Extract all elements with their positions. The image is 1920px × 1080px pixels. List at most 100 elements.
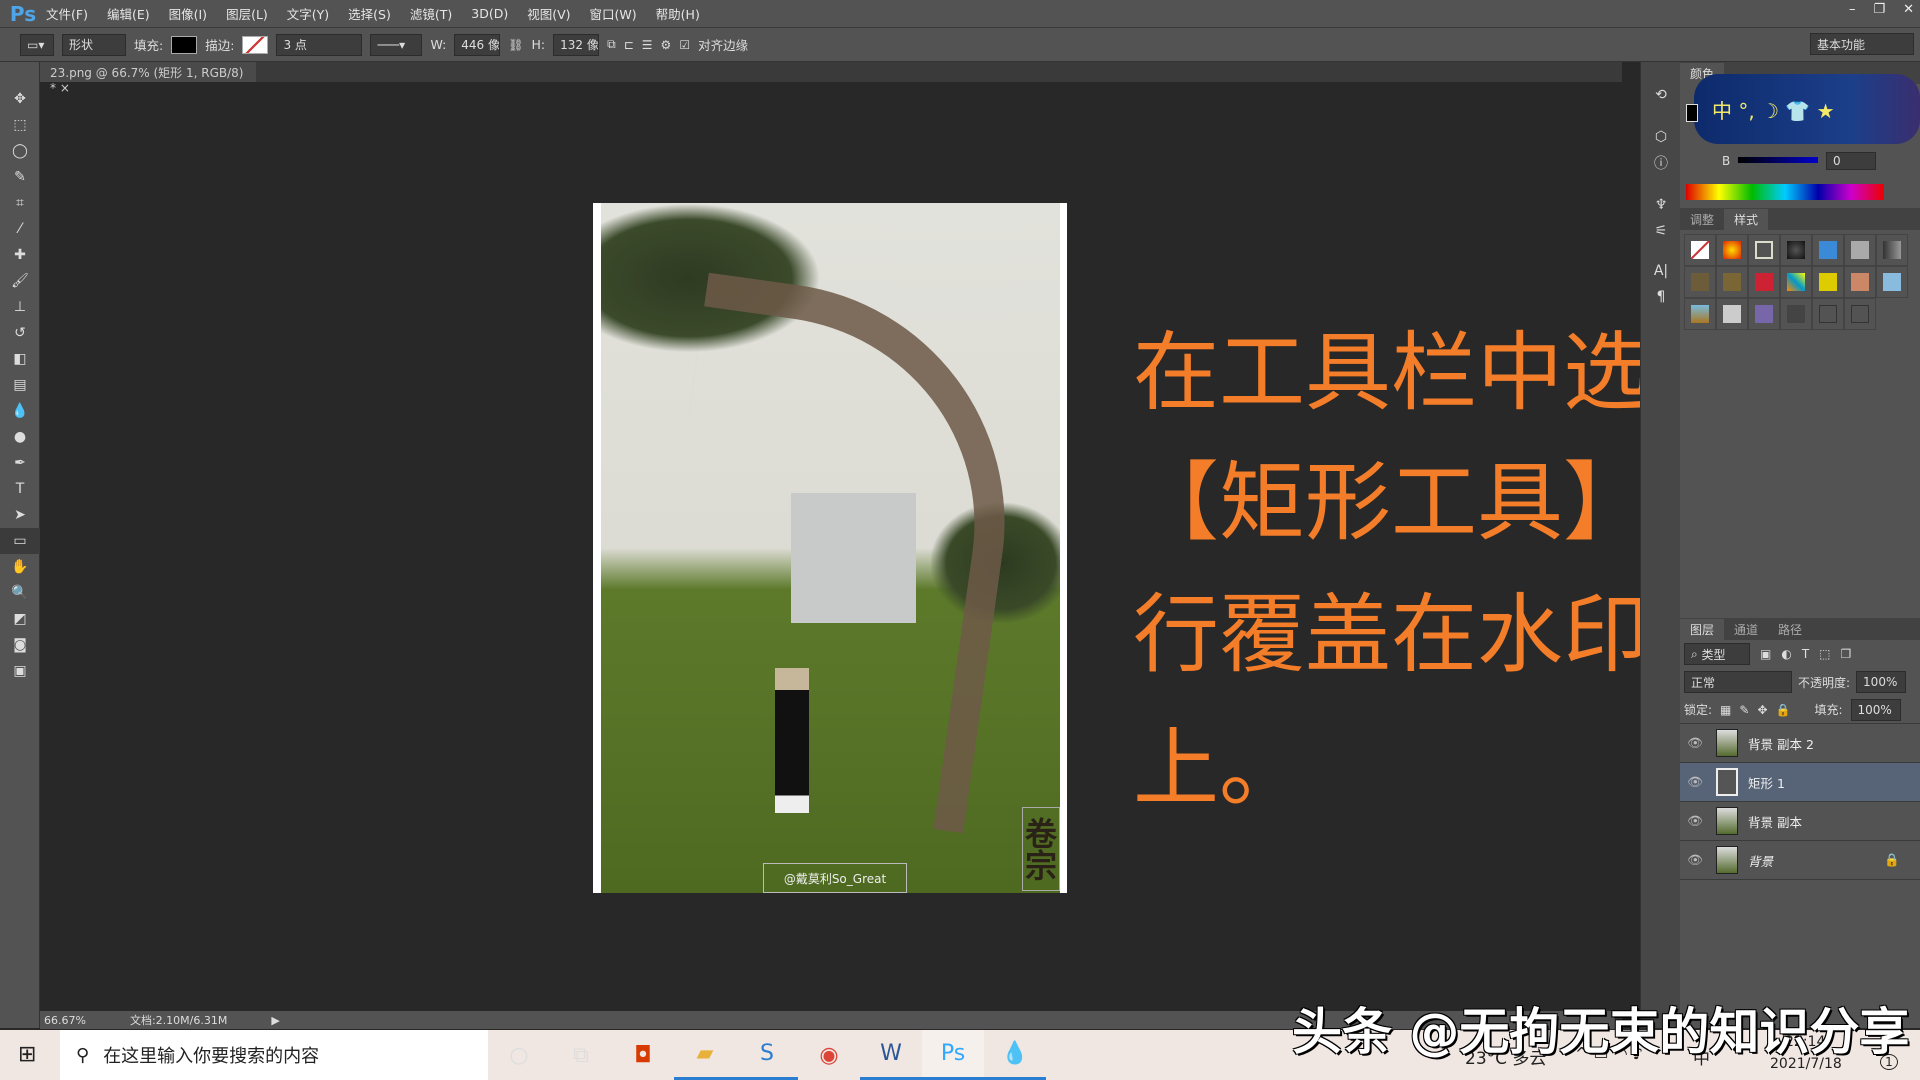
- ime-status-bar[interactable]: 中 °, ☽ 👕 ★: [1694, 74, 1920, 144]
- b-input[interactable]: 0: [1826, 152, 1876, 170]
- path-alignment-icon[interactable]: ⊏: [624, 38, 634, 52]
- move-tool-icon[interactable]: ✥: [0, 86, 40, 112]
- style-swatch[interactable]: [1876, 266, 1908, 298]
- info-icon[interactable]: ⓘ: [1641, 150, 1681, 176]
- workspace-select[interactable]: 基本功能: [1810, 33, 1914, 55]
- layer-row[interactable]: 👁 背景 副本: [1680, 802, 1920, 841]
- fill-swatch[interactable]: [171, 35, 198, 54]
- crop-tool-icon[interactable]: ⌗: [0, 190, 40, 216]
- layer-filter-select[interactable]: ⌕ 类型: [1684, 643, 1750, 665]
- style-swatch[interactable]: [1748, 266, 1780, 298]
- menu-select[interactable]: 选择(S): [348, 4, 391, 23]
- style-swatch[interactable]: [1812, 266, 1844, 298]
- tool-preset-picker[interactable]: ▭▾: [20, 33, 54, 56]
- gear-icon[interactable]: ⚙: [661, 38, 672, 52]
- brush-presets-icon[interactable]: ♆: [1641, 192, 1681, 218]
- style-swatch[interactable]: [1716, 234, 1748, 266]
- doc-size[interactable]: 文档:2.10M/6.31M: [130, 1012, 227, 1028]
- style-swatch[interactable]: [1684, 298, 1716, 330]
- style-swatch[interactable]: [1780, 266, 1812, 298]
- path-arrangement-icon[interactable]: ☰: [642, 38, 653, 52]
- close-tab-icon[interactable]: ×: [60, 81, 70, 95]
- menu-image[interactable]: 图像(I): [169, 4, 207, 23]
- lock-pixels-icon[interactable]: ✎: [1739, 703, 1749, 717]
- menu-layer[interactable]: 图层(L): [226, 4, 268, 23]
- style-swatch[interactable]: [1844, 234, 1876, 266]
- style-swatch[interactable]: [1812, 298, 1844, 330]
- lock-position-icon[interactable]: ✥: [1757, 703, 1767, 717]
- align-edges-checkbox[interactable]: ☑: [679, 38, 690, 52]
- screen-mode-icon[interactable]: ▣: [0, 658, 40, 684]
- photoshop-icon[interactable]: Ps: [922, 1030, 984, 1080]
- brush-settings-icon[interactable]: ⚟: [1641, 218, 1681, 244]
- menu-3d[interactable]: 3D(D): [471, 6, 508, 21]
- menu-help[interactable]: 帮助(H): [656, 4, 700, 23]
- paint-drop-icon[interactable]: 💧: [984, 1030, 1046, 1080]
- cortana-icon[interactable]: ○: [488, 1030, 550, 1080]
- file-explorer-icon[interactable]: ▰: [674, 1030, 736, 1080]
- color-ramp[interactable]: [1686, 184, 1884, 200]
- marquee-tool-icon[interactable]: ⬚: [0, 112, 40, 138]
- sogou-icon[interactable]: S: [736, 1030, 798, 1080]
- tab-styles[interactable]: 样式: [1724, 208, 1769, 230]
- history-icon[interactable]: ⟲: [1641, 82, 1681, 108]
- lasso-tool-icon[interactable]: ◯: [0, 138, 40, 164]
- chrome-icon[interactable]: ◉: [798, 1030, 860, 1080]
- filter-shape-icon[interactable]: ⬚: [1819, 647, 1830, 661]
- fill-input[interactable]: 100%: [1850, 698, 1901, 721]
- height-input[interactable]: 132 像素: [553, 33, 600, 56]
- paragraph-icon[interactable]: ¶: [1641, 284, 1681, 310]
- gradient-tool-icon[interactable]: ▤: [0, 372, 40, 398]
- menu-filter[interactable]: 滤镜(T): [410, 4, 452, 23]
- path-select-tool-icon[interactable]: ➤: [0, 502, 40, 528]
- stroke-swatch[interactable]: [242, 35, 269, 54]
- color-swatches-icon[interactable]: ◩: [0, 606, 40, 632]
- style-swatch[interactable]: [1812, 234, 1844, 266]
- tab-paths[interactable]: 路径: [1768, 619, 1812, 640]
- menu-type[interactable]: 文字(Y): [287, 4, 329, 23]
- canvas-image[interactable]: @戴莫利So_Great 卷宗: [593, 203, 1067, 893]
- style-swatch[interactable]: [1748, 234, 1780, 266]
- style-swatch[interactable]: [1780, 298, 1812, 330]
- blend-mode-select[interactable]: 正常: [1684, 671, 1792, 693]
- pen-tool-icon[interactable]: ✒: [0, 450, 40, 476]
- task-view-icon[interactable]: ⧉: [550, 1030, 612, 1080]
- quick-mask-icon[interactable]: ◙: [0, 632, 40, 658]
- menu-view[interactable]: 视图(V): [527, 4, 570, 23]
- zoom-level[interactable]: 66.67%: [44, 1014, 86, 1027]
- character-icon[interactable]: A|: [1641, 258, 1681, 284]
- style-swatch[interactable]: [1876, 234, 1908, 266]
- windows-start-icon[interactable]: ⊞: [18, 1042, 36, 1067]
- eye-icon[interactable]: 👁: [1680, 852, 1710, 868]
- minimize-button[interactable]: –: [1849, 2, 1856, 17]
- b-slider[interactable]: [1738, 157, 1818, 163]
- layer-row-selected[interactable]: 👁 矩形 1: [1680, 763, 1920, 802]
- history-brush-tool-icon[interactable]: ↺: [0, 320, 40, 346]
- style-swatch[interactable]: [1780, 234, 1812, 266]
- hand-tool-icon[interactable]: ✋: [0, 554, 40, 580]
- eyedropper-tool-icon[interactable]: ⁄: [0, 216, 40, 242]
- filter-pixel-icon[interactable]: ▣: [1760, 647, 1771, 661]
- width-input[interactable]: 446 像素: [454, 33, 501, 56]
- stroke-type-select[interactable]: ───▾: [370, 33, 423, 56]
- mode-select[interactable]: 形状: [62, 33, 126, 56]
- healing-tool-icon[interactable]: ✚: [0, 242, 40, 268]
- menu-file[interactable]: 文件(F): [46, 4, 88, 23]
- path-operations-icon[interactable]: ⧉: [607, 37, 616, 52]
- brush-tool-icon[interactable]: 🖌: [0, 268, 40, 294]
- style-swatch[interactable]: [1716, 298, 1748, 330]
- foreground-color[interactable]: [1686, 104, 1698, 122]
- tab-channels[interactable]: 通道: [1724, 619, 1768, 640]
- type-tool-icon[interactable]: T: [0, 476, 40, 502]
- layer-row[interactable]: 👁 背景 副本 2: [1680, 724, 1920, 763]
- link-icon[interactable]: ⛓: [508, 38, 523, 52]
- blur-tool-icon[interactable]: 💧: [0, 398, 40, 424]
- menu-edit[interactable]: 编辑(E): [107, 4, 150, 23]
- menu-window[interactable]: 窗口(W): [590, 4, 637, 23]
- taskbar-search[interactable]: ⚲ 在这里输入你要搜索的内容: [60, 1030, 488, 1080]
- 3d-icon[interactable]: ⬡: [1641, 124, 1681, 150]
- style-swatch[interactable]: [1684, 234, 1716, 266]
- style-swatch[interactable]: [1684, 266, 1716, 298]
- layer-row[interactable]: 👁 背景 🔒: [1680, 841, 1920, 880]
- word-icon[interactable]: W: [860, 1030, 922, 1080]
